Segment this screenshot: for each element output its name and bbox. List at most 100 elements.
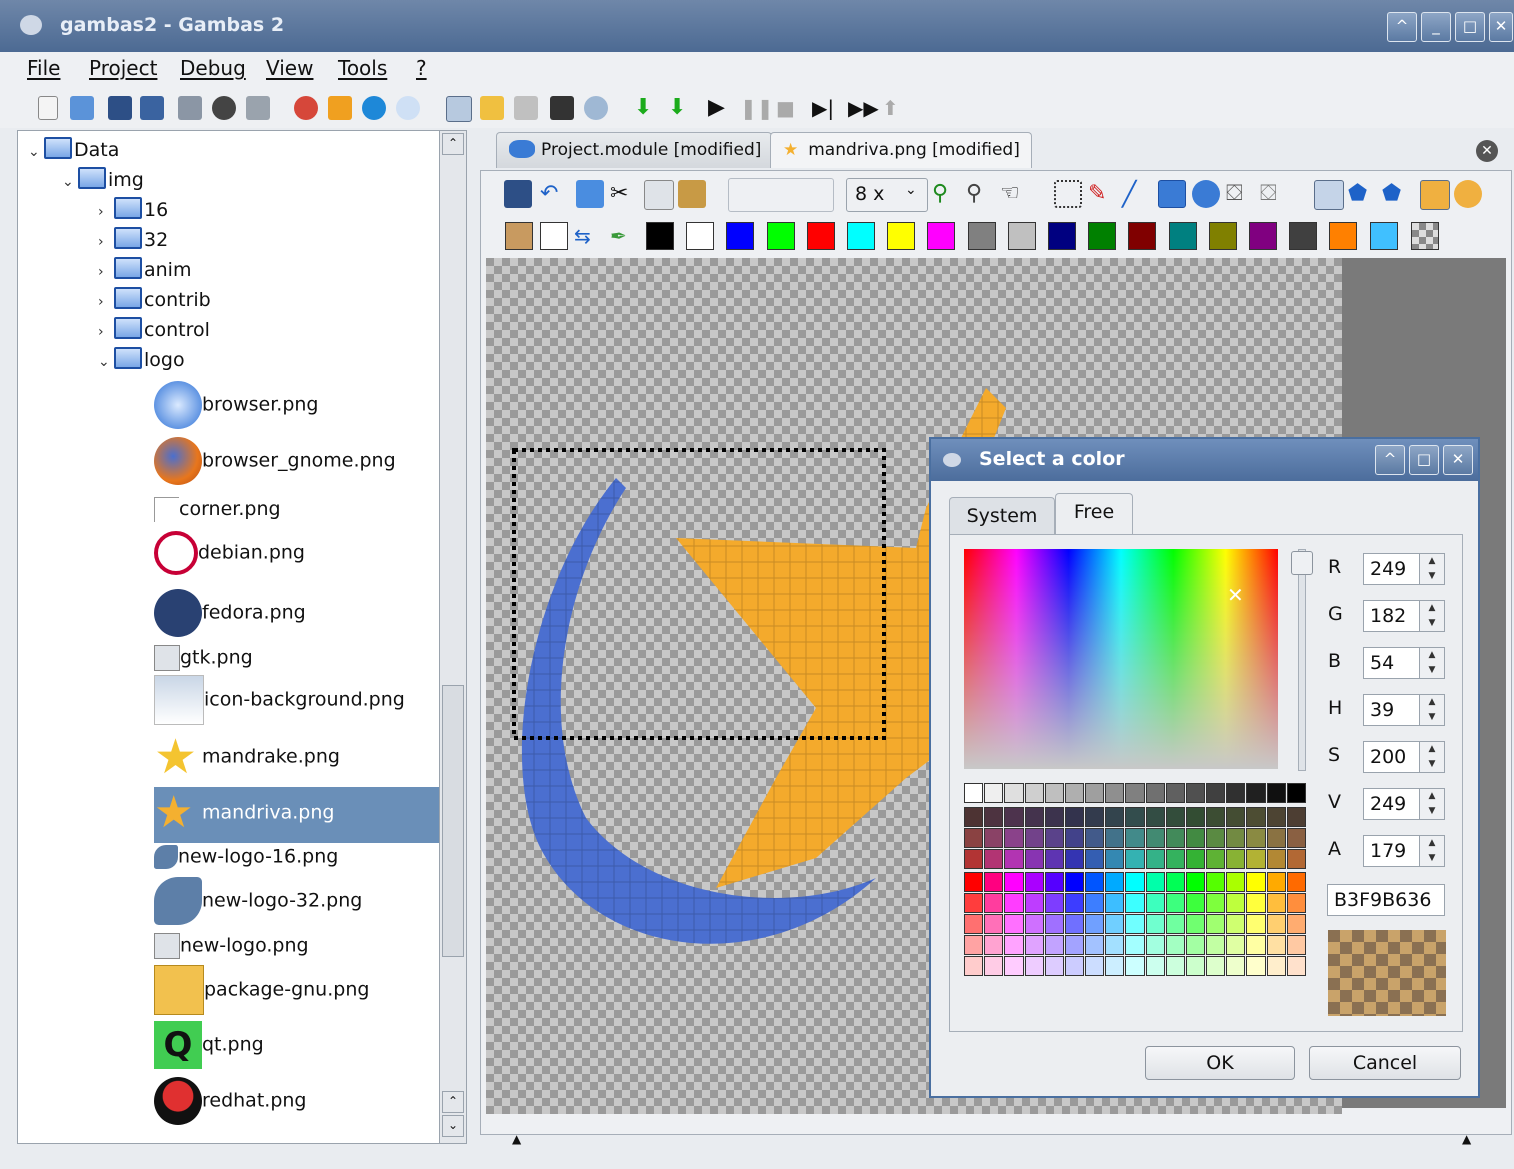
return-icon[interactable]: ⬆ (882, 96, 906, 120)
project-view-icon[interactable] (446, 96, 472, 122)
run-icon[interactable]: ▶ (708, 96, 732, 120)
forward-icon[interactable]: ▶▶ (848, 96, 879, 120)
grid-swatch[interactable] (1206, 849, 1226, 869)
grid-swatch[interactable] (1085, 783, 1105, 803)
grid-swatch[interactable] (1145, 783, 1165, 803)
settings-icon[interactable] (362, 96, 386, 120)
grid-swatch[interactable] (1004, 956, 1024, 976)
grid-swatch[interactable] (984, 893, 1004, 913)
grid-swatch[interactable] (1246, 914, 1266, 934)
grid-swatch[interactable] (1085, 935, 1105, 955)
palette-swatch[interactable] (1169, 222, 1197, 250)
save-icon[interactable] (504, 180, 532, 208)
edit-icon[interactable] (480, 96, 504, 120)
grid-swatch[interactable] (1024, 956, 1044, 976)
grid-swatch[interactable] (1004, 872, 1024, 892)
swap-colors-icon[interactable]: ⇆ (574, 222, 602, 250)
step-icon[interactable]: ▶| (812, 96, 836, 120)
grid-swatch[interactable] (1004, 783, 1024, 803)
chevron-right-icon[interactable]: › (98, 234, 114, 250)
open-folder-icon[interactable] (70, 96, 94, 120)
grid-swatch[interactable] (1024, 893, 1044, 913)
make-icon[interactable] (294, 96, 318, 120)
grid-swatch[interactable] (1064, 828, 1085, 848)
grid-swatch[interactable] (1085, 849, 1105, 869)
grid-swatch[interactable] (1064, 935, 1085, 955)
grid-swatch[interactable] (1044, 935, 1064, 955)
grid-swatch[interactable] (1145, 935, 1165, 955)
spinbox-r[interactable]: 249 ▲ ▼ (1363, 553, 1445, 585)
tree-folder-logo[interactable]: ⌄ logo (98, 347, 185, 375)
tree-file[interactable]: icon-background.png (154, 675, 405, 725)
replace-icon[interactable]: ⛋ (1260, 180, 1288, 208)
tree-file[interactable]: debian.png (154, 531, 305, 575)
cut-icon[interactable]: ✂ (610, 180, 638, 208)
grid-swatch[interactable] (1064, 914, 1085, 934)
tools-icon[interactable] (514, 96, 538, 120)
spin-arrows-icon[interactable]: ▲ ▼ (1419, 695, 1444, 725)
flip-horizontal-icon[interactable] (1314, 180, 1344, 210)
grid-swatch[interactable] (1286, 828, 1306, 848)
grid-swatch[interactable] (1206, 956, 1226, 976)
grid-swatch[interactable] (1105, 935, 1125, 955)
shade-button[interactable]: ^ (1387, 12, 1417, 42)
grid-swatch[interactable] (1085, 914, 1105, 934)
chevron-down-icon[interactable]: ⌄ (905, 182, 917, 198)
clipboard-icon[interactable] (576, 180, 604, 208)
chevron-down-icon[interactable]: ⌄ (28, 144, 44, 160)
grid-swatch[interactable] (1125, 849, 1145, 869)
step-down-icon[interactable]: ⬇ (634, 96, 658, 120)
tab-system[interactable]: System (949, 497, 1055, 535)
tree-file[interactable]: corner.png (154, 497, 281, 522)
grid-swatch[interactable] (1024, 872, 1044, 892)
grid-swatch[interactable] (1165, 807, 1185, 827)
grid-swatch[interactable] (1246, 783, 1266, 803)
tree-file[interactable]: redhat.png (154, 1077, 306, 1125)
tree-file-selected[interactable]: ★ mandriva.png (154, 789, 334, 837)
grid-swatch[interactable] (1226, 935, 1246, 955)
spin-arrows-icon[interactable]: ▲ ▼ (1419, 836, 1444, 866)
grid-swatch[interactable] (1024, 828, 1044, 848)
grid-swatch[interactable] (1286, 956, 1306, 976)
menu-debug[interactable]: Debug (180, 56, 246, 80)
menu-file[interactable]: File (27, 56, 60, 80)
grid-swatch[interactable] (964, 935, 984, 955)
hue-saturation-picker[interactable] (964, 549, 1278, 769)
grid-swatch[interactable] (1044, 783, 1064, 803)
select-rect-icon[interactable] (1054, 180, 1082, 208)
grid-swatch[interactable] (1085, 893, 1105, 913)
grid-swatch[interactable] (1085, 828, 1105, 848)
grid-swatch[interactable] (1246, 956, 1266, 976)
save-as-icon[interactable] (140, 96, 164, 120)
grid-swatch[interactable] (964, 783, 984, 803)
grid-swatch[interactable] (1085, 956, 1105, 976)
grid-swatch[interactable] (984, 849, 1004, 869)
grid-swatch[interactable] (1226, 849, 1246, 869)
fill-icon[interactable]: ⛋ (1226, 180, 1254, 208)
grid-swatch[interactable] (1226, 893, 1246, 913)
grid-swatch[interactable] (1145, 807, 1165, 827)
palette-swatch[interactable] (807, 222, 835, 250)
new-file-icon[interactable] (38, 96, 58, 120)
grid-swatch[interactable] (1125, 807, 1145, 827)
grid-swatch[interactable] (1044, 849, 1064, 869)
grid-swatch[interactable] (1125, 956, 1145, 976)
grid-swatch[interactable] (1125, 914, 1145, 934)
grid-swatch[interactable] (1185, 914, 1206, 934)
close-button[interactable]: ✕ (1443, 445, 1473, 475)
grid-swatch[interactable] (1165, 893, 1185, 913)
grid-swatch[interactable] (1004, 807, 1024, 827)
grid-swatch[interactable] (1145, 893, 1165, 913)
grid-swatch[interactable] (1246, 807, 1266, 827)
spin-arrows-icon[interactable]: ▲ ▼ (1419, 601, 1444, 631)
grid-swatch[interactable] (1206, 935, 1226, 955)
grid-swatch[interactable] (1286, 935, 1306, 955)
palette-swatch[interactable] (1370, 222, 1398, 250)
maximize-button[interactable]: □ (1409, 445, 1439, 475)
grid-swatch[interactable] (1206, 914, 1226, 934)
grid-swatch[interactable] (1206, 828, 1226, 848)
grid-swatch[interactable] (1105, 956, 1125, 976)
tree-file[interactable]: browser.png (154, 381, 318, 429)
grid-swatch[interactable] (1024, 807, 1044, 827)
grid-swatch[interactable] (1266, 914, 1286, 934)
